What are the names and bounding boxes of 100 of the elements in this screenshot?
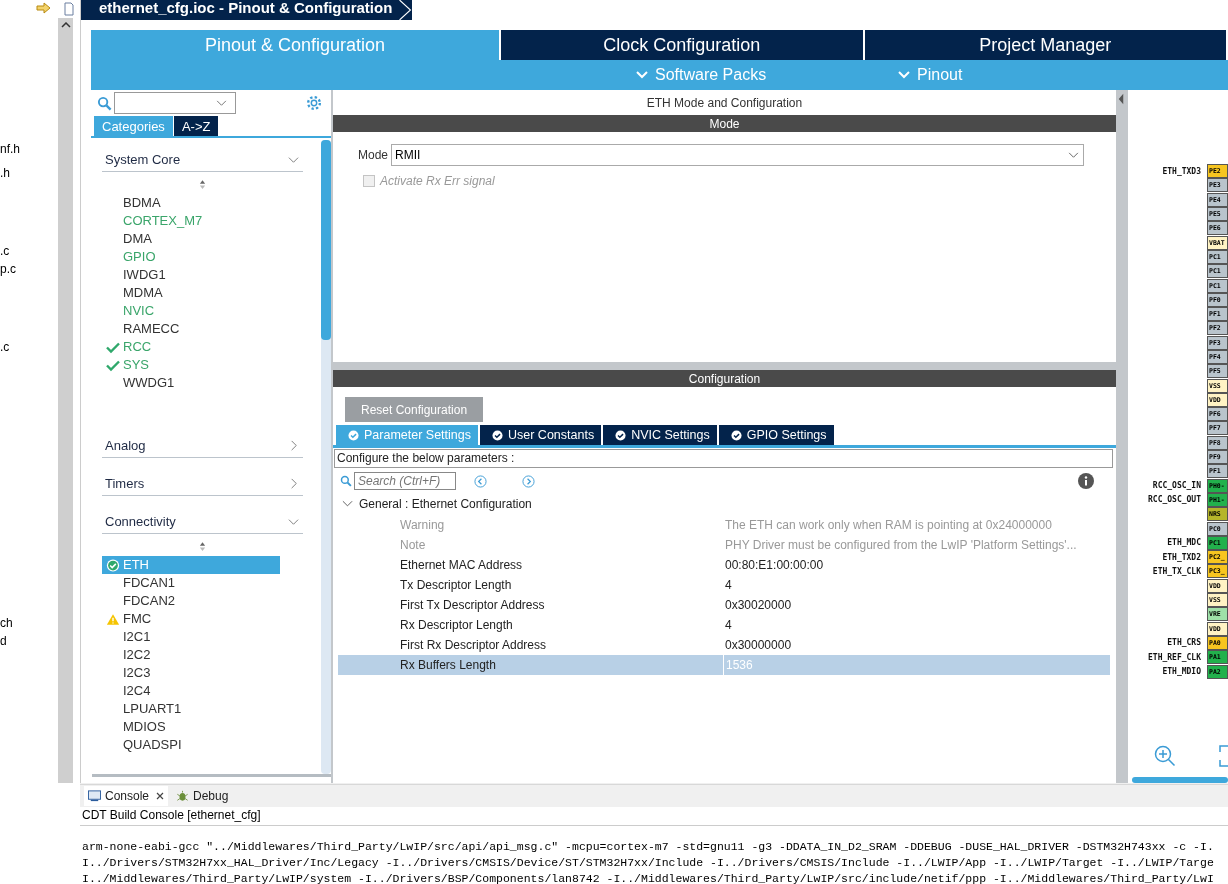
peripheral-item[interactable]: FMC [102, 610, 280, 628]
parameter-value: 4 [724, 577, 733, 594]
mode-dropdown[interactable]: RMII [391, 144, 1085, 166]
file-name[interactable]: nf.h [0, 140, 58, 158]
search-icon[interactable] [97, 95, 112, 111]
peripheral-item[interactable]: RAMECC [102, 320, 280, 338]
peripheral-item[interactable]: I2C1 [102, 628, 280, 646]
parameter-name: Rx Descriptor Length [399, 617, 514, 634]
parameter-value: PHY Driver must be configured from the LwIP 'Platform Settings'... [724, 537, 1078, 554]
peripheral-item[interactable]: DMA [102, 230, 280, 248]
chevron-down-icon [1068, 151, 1080, 159]
bug-icon [176, 790, 190, 802]
field-label: Mode [358, 148, 389, 162]
collapse-icon[interactable] [1118, 92, 1124, 106]
tab[interactable]: Console [84, 786, 169, 806]
file-name[interactable]: d [0, 632, 58, 650]
pin-label: ETH_REF_CLK [1148, 652, 1201, 662]
check-circle-icon [348, 429, 359, 441]
settings-icon[interactable] [305, 94, 323, 112]
tab[interactable]: NVIC Settings [603, 425, 717, 445]
search-field[interactable]: Search (Ctrl+F) [354, 472, 456, 490]
search-icon [340, 475, 352, 487]
tab[interactable]: Clock Configuration [501, 30, 865, 60]
tab[interactable]: Debug [172, 786, 233, 806]
parameter-row[interactable]: First Rx Descriptor Address 0x30000000 [338, 635, 1110, 655]
checkbox-label: Activate Rx Err signal [380, 174, 495, 188]
monitor-icon [88, 790, 101, 802]
parameter-value: 00:80:E1:00:00:00 [724, 557, 825, 574]
parameter-name: Warning [399, 517, 446, 534]
peripheral-item[interactable]: IWDG1 [102, 266, 280, 284]
peripheral-item[interactable]: MDMA [102, 284, 280, 302]
pin-label: ETH_TXD3 [1162, 166, 1201, 176]
parameter-name: Ethernet MAC Address [399, 557, 524, 574]
chevron-down-icon [342, 500, 353, 508]
peripheral-item[interactable]: MDIOS [102, 718, 280, 736]
check-circle-icon [730, 429, 742, 441]
chevron-right-icon [288, 440, 299, 451]
sort-icon[interactable] [199, 541, 206, 552]
document-icon[interactable] [64, 2, 74, 16]
parameter-name: Note [399, 537, 427, 554]
section-bar: Mode [333, 115, 1116, 132]
tab[interactable]: GPIO Settings [718, 425, 834, 445]
close-icon[interactable] [156, 792, 165, 800]
check-circle-icon [105, 558, 120, 572]
peripheral-item[interactable]: I2C3 [102, 664, 280, 682]
peripheral-item[interactable]: I2C4 [102, 682, 280, 700]
parameter-name: First Tx Descriptor Address [399, 597, 546, 614]
file-name[interactable]: .c [0, 242, 58, 260]
peripheral-item[interactable]: LPUART1 [102, 700, 280, 718]
category-header[interactable]: Analog [102, 434, 303, 458]
console-line: I../Middlewares/Third_Party/LwIP/system -I../Drivers/BSP/Components/lan8742 -I../Middlewares/Third_Party/LwIP/src/include/netif/ppp -I../Middlewares/Third_Party/LwI [81, 871, 1215, 884]
parameter-row[interactable]: Tx Descriptor Length 4 [338, 575, 1110, 595]
peripheral-item[interactable]: FDCAN1 [102, 574, 280, 592]
file-name[interactable]: p.c [0, 260, 58, 278]
checkmark-icon [105, 340, 120, 354]
parameter-value: 0x30000000 [724, 637, 793, 654]
tab[interactable]: User Constants [480, 425, 602, 445]
pin-label: ETH_TXD2 [1162, 552, 1201, 562]
zoom-in-icon[interactable] [1154, 745, 1176, 767]
chevron-down-icon [216, 100, 227, 107]
peripheral-item[interactable]: WWDG1 [102, 374, 280, 392]
parameter-row[interactable]: Ethernet MAC Address 00:80:E1:00:00:00 [338, 555, 1110, 575]
peripheral-item[interactable]: FDCAN2 [102, 592, 280, 610]
search-dropdown[interactable] [114, 92, 236, 114]
previous-icon[interactable] [474, 474, 487, 488]
parameter-value: 4 [724, 617, 733, 634]
category-header[interactable]: System Core [102, 148, 303, 172]
peripheral-item[interactable]: QUADSPI [102, 736, 280, 754]
category-header[interactable]: Connectivity [102, 510, 303, 534]
parameter-value: 1536 [723, 655, 1110, 675]
pin-label: RCC_OSC_OUT [1148, 495, 1201, 505]
chevron-down-icon [288, 154, 299, 165]
chevron-down-icon [898, 71, 910, 79]
parameter-row[interactable]: Rx Buffers Length 1536 [338, 655, 1110, 675]
peripheral-item[interactable]: BDMA [102, 194, 280, 212]
parameter-row[interactable]: Rx Descriptor Length 4 [338, 615, 1110, 635]
tree-group-header[interactable]: General : Ethernet Configuration [342, 497, 1116, 511]
category-header[interactable]: Timers [102, 472, 303, 496]
parameter-value: 0x30020000 [724, 597, 793, 614]
file-name[interactable]: .h [0, 164, 58, 182]
next-icon[interactable] [522, 474, 535, 488]
file-name[interactable]: ch [0, 614, 58, 632]
parameter-row[interactable]: First Tx Descriptor Address 0x30020000 [338, 595, 1110, 615]
sort-icon[interactable] [199, 179, 206, 190]
info-icon[interactable] [1078, 473, 1094, 489]
check-circle-icon [492, 429, 503, 441]
chevron-down-icon [636, 71, 648, 79]
arrow-icon[interactable] [36, 2, 52, 14]
console-title: CDT Build Console [ethernet_cfg] [80, 807, 1228, 826]
pin-label: ETH_MDC [1167, 538, 1201, 548]
console-line: arm-none-eabi-gcc "../Middlewares/Third_Party/LwIP/src/api/api_msg.c" -mcpu=cortex-m7 -std=gnu11 -g3 -DDATA_IN_D2_SRAM -DDEBUG -DUSE_HAL_DRIVER -DSTM32H743xx -c -I. [81, 839, 1215, 855]
tab[interactable]: Project Manager [864, 30, 1228, 60]
tab[interactable]: A->Z [173, 116, 219, 136]
check-circle-icon [615, 429, 627, 441]
peripheral-item[interactable]: I2C2 [102, 646, 280, 664]
chevron-down-icon [288, 516, 299, 527]
file-name[interactable]: .c [0, 338, 58, 356]
parameter-name: First Rx Descriptor Address [399, 637, 548, 654]
window-title: ethernet_cfg.ioc - Pinout & Configuration [81, 0, 399, 20]
fit-icon[interactable] [1218, 745, 1228, 767]
